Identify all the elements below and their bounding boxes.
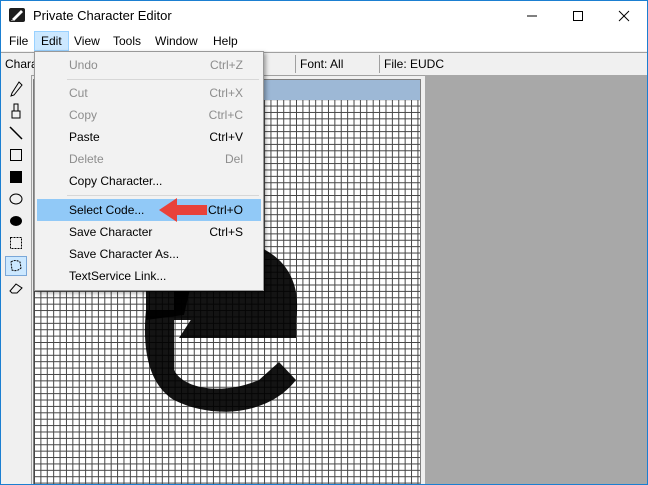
brush-icon[interactable] bbox=[5, 101, 27, 121]
pencil-icon[interactable] bbox=[5, 79, 27, 99]
menu-edit[interactable]: Edit bbox=[34, 31, 69, 51]
menu-item-cut[interactable]: Cut Ctrl+X bbox=[37, 82, 261, 104]
menu-item-save-character-as[interactable]: Save Character As... bbox=[37, 243, 261, 265]
menu-item-save-character[interactable]: Save Character Ctrl+S bbox=[37, 221, 261, 243]
menu-item-copy-character[interactable]: Copy Character... bbox=[37, 170, 261, 192]
filled-ellipse-icon[interactable] bbox=[5, 211, 27, 231]
menu-help[interactable]: Help bbox=[207, 31, 244, 51]
minimize-button[interactable] bbox=[509, 1, 555, 31]
annotation-arrow-icon bbox=[159, 198, 207, 222]
menu-tools[interactable]: Tools bbox=[107, 31, 147, 51]
file-field: File: EUDC bbox=[379, 55, 647, 73]
app-window: Private Character Editor File Edit View … bbox=[0, 0, 648, 485]
character-code-field: Chara bbox=[5, 57, 38, 71]
menu-bar: File Edit View Tools Window Help bbox=[1, 31, 647, 51]
reference-pane bbox=[425, 75, 647, 484]
font-field: Font: All bbox=[295, 55, 378, 73]
app-icon bbox=[9, 8, 25, 22]
menu-item-undo[interactable]: Undo Ctrl+Z bbox=[37, 54, 261, 76]
freeform-selection-icon[interactable] bbox=[5, 256, 27, 276]
title-bar[interactable]: Private Character Editor bbox=[1, 1, 647, 31]
menu-item-delete[interactable]: Delete Del bbox=[37, 148, 261, 170]
menu-item-paste[interactable]: Paste Ctrl+V bbox=[37, 126, 261, 148]
edit-menu-dropdown: Undo Ctrl+Z Cut Ctrl+X Copy Ctrl+C Paste Ctr… bbox=[34, 51, 264, 291]
eraser-icon[interactable] bbox=[5, 278, 27, 298]
tool-palette bbox=[1, 75, 32, 484]
menu-item-select-code[interactable]: Select Code... Ctrl+O bbox=[37, 199, 261, 221]
filled-rectangle-icon[interactable] bbox=[5, 167, 27, 187]
menu-item-textservice-link[interactable]: TextService Link... bbox=[37, 265, 261, 287]
rectangular-selection-icon[interactable] bbox=[5, 233, 27, 253]
maximize-button[interactable] bbox=[555, 1, 601, 31]
menu-separator bbox=[67, 195, 259, 196]
menu-view[interactable]: View bbox=[68, 31, 106, 51]
close-button[interactable] bbox=[601, 1, 647, 31]
menu-file[interactable]: File bbox=[3, 31, 34, 51]
menu-separator bbox=[67, 79, 259, 80]
hollow-rectangle-icon[interactable] bbox=[5, 145, 27, 165]
line-icon[interactable] bbox=[5, 123, 27, 143]
hollow-ellipse-icon[interactable] bbox=[5, 189, 27, 209]
window-title: Private Character Editor bbox=[33, 8, 172, 23]
menu-item-copy[interactable]: Copy Ctrl+C bbox=[37, 104, 261, 126]
menu-window[interactable]: Window bbox=[149, 31, 204, 51]
